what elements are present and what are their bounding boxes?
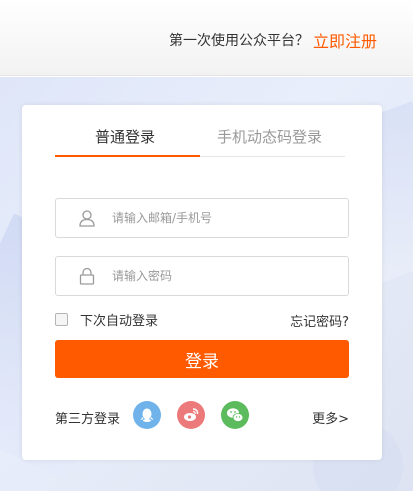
remember-label: 下次自动登录 bbox=[80, 313, 159, 329]
login-button[interactable]: 登录 bbox=[55, 340, 349, 378]
password-field[interactable] bbox=[55, 256, 349, 296]
wechat-login-button[interactable] bbox=[221, 401, 249, 429]
username-field[interactable] bbox=[55, 198, 349, 238]
forgot-password-link[interactable]: 忘记密码? bbox=[290, 311, 349, 330]
third-party-label: 第三方登录 bbox=[55, 412, 121, 427]
user-icon bbox=[79, 210, 95, 227]
register-prompt: 第一次使用公众平台？ bbox=[169, 33, 309, 49]
wechat-icon bbox=[227, 408, 244, 422]
password-input[interactable] bbox=[112, 265, 332, 287]
lock-icon bbox=[79, 267, 95, 285]
login-tabs: 普通登录 手机动态码登录 bbox=[55, 105, 345, 157]
register-link[interactable]: 立即注册 bbox=[313, 28, 377, 52]
login-card: 普通登录 手机动态码登录 下次自动登录 忘记密码? 登录 第三方登录 bbox=[22, 105, 382, 460]
remember-checkbox[interactable] bbox=[55, 312, 68, 326]
username-input[interactable] bbox=[112, 207, 332, 229]
qq-icon bbox=[140, 408, 154, 422]
more-login-options[interactable]: 更多> bbox=[312, 408, 349, 427]
third-party-login: 第三方登录 更多> bbox=[55, 401, 349, 431]
active-tab-indicator bbox=[55, 155, 200, 157]
top-bar: 第一次使用公众平台？ 立即注册 bbox=[0, 0, 413, 76]
weibo-icon bbox=[184, 408, 199, 421]
qq-login-button[interactable] bbox=[133, 401, 161, 429]
tab-normal-login[interactable]: 普通登录 bbox=[95, 126, 155, 147]
tab-sms-login[interactable]: 手机动态码登录 bbox=[217, 126, 322, 147]
remember-me[interactable]: 下次自动登录 bbox=[55, 310, 159, 329]
weibo-login-button[interactable] bbox=[177, 401, 205, 429]
